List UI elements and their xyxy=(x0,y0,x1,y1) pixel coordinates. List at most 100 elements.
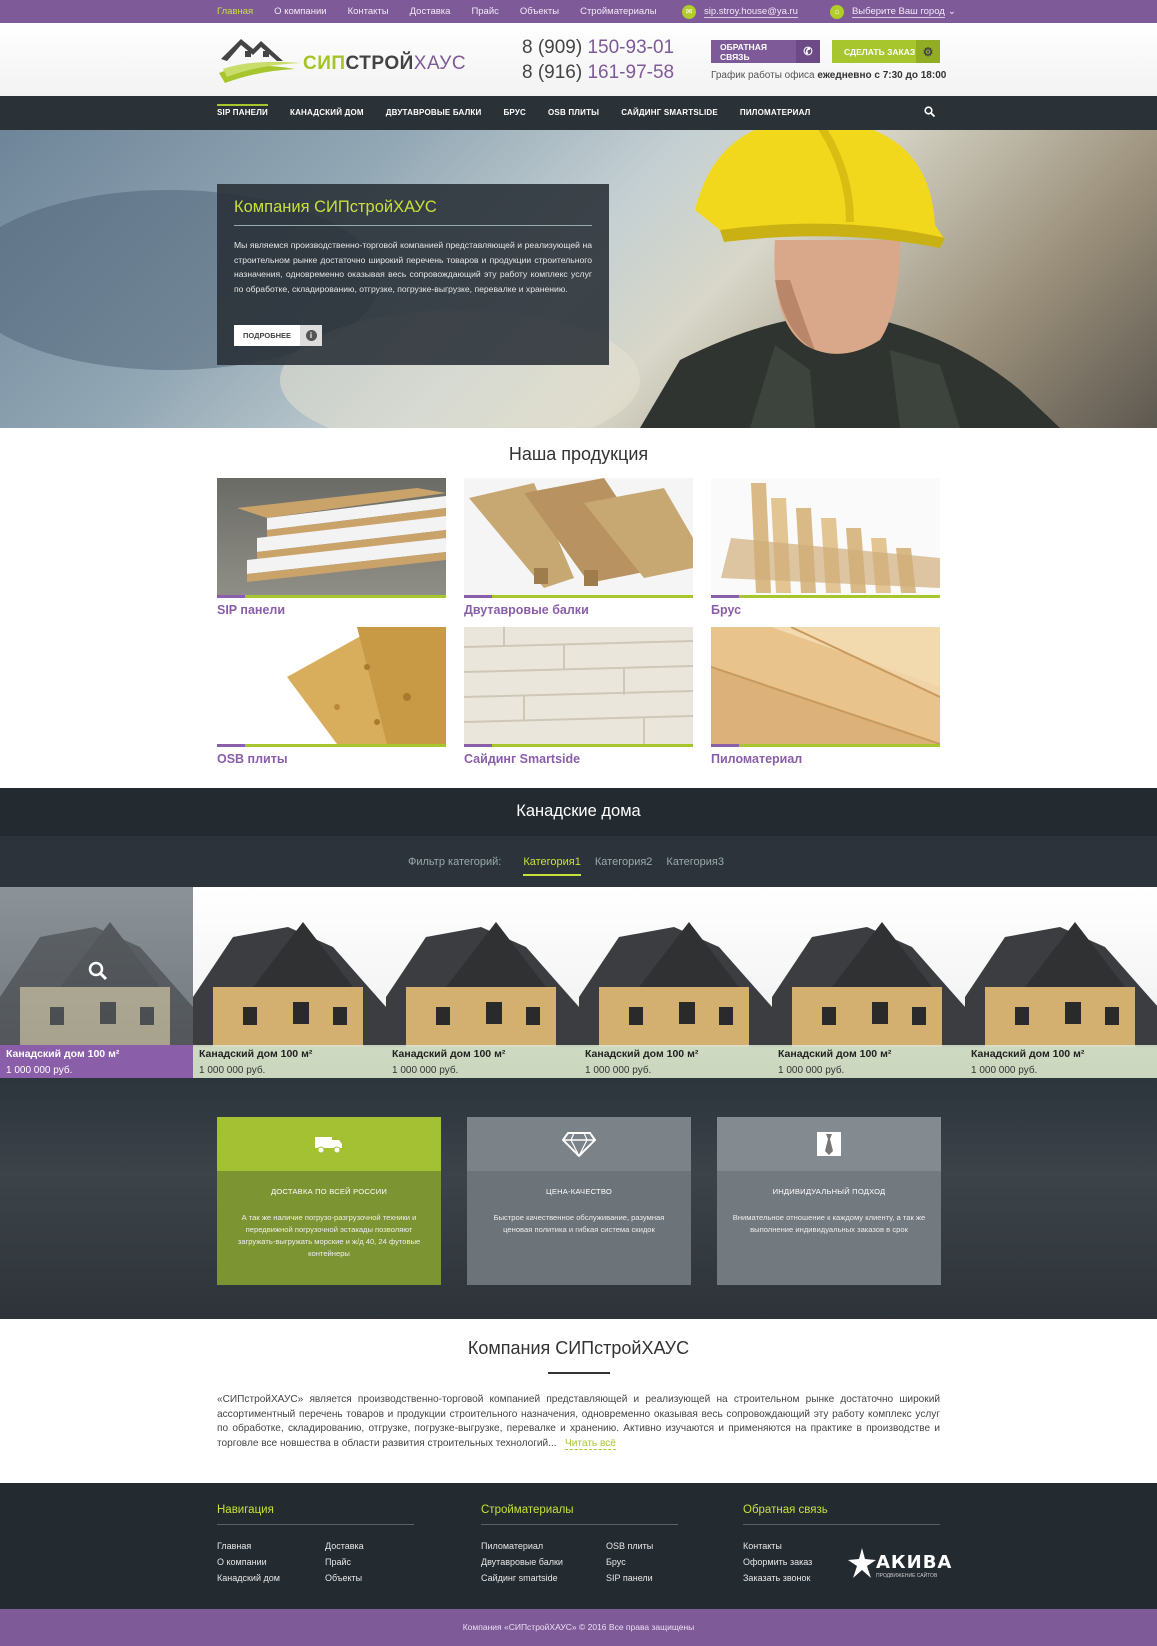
house-card[interactable]: Канадский дом 100 м² 1 000 000 руб. xyxy=(772,887,965,1078)
top-nav-contacts[interactable]: Контакты xyxy=(348,6,389,17)
top-nav-price[interactable]: Прайс xyxy=(471,6,498,17)
nav-timber[interactable]: БРУС xyxy=(503,96,526,130)
nav-siding[interactable]: САЙДИНГ SMARTSLIDE xyxy=(621,96,718,130)
product-name: OSB плиты xyxy=(217,752,288,766)
more-button[interactable]: ПОДРОБНЕЕ i xyxy=(234,325,322,346)
nav-canadian-house[interactable]: КАНАДСКИЙ ДОМ xyxy=(290,96,364,130)
filter-category-3[interactable]: Категория3 xyxy=(666,856,724,868)
akiva-logo[interactable]: АКИВА ПРОДВИЖЕНИЕ САЙТОВ xyxy=(848,1548,951,1584)
feature-card: ДОСТАВКА ПО ВСЕЙ РОССИИ А так же наличие… xyxy=(217,1117,441,1285)
house-price: 1 000 000 руб. xyxy=(585,1065,652,1076)
feature-title: ЦЕНА-КАЧЕСТВО xyxy=(546,1187,612,1196)
product-name: Брус xyxy=(711,603,742,617)
home-icon: ⌂ xyxy=(829,4,844,19)
house-name: Канадский дом 100 м² xyxy=(778,1048,892,1060)
city-selector[interactable]: Выберите Ваш город xyxy=(851,6,945,18)
top-nav-about[interactable]: О компании xyxy=(274,6,326,17)
product-card[interactable]: SIP панели xyxy=(217,478,446,617)
logo[interactable]: СИПСТРОЙХАУС xyxy=(217,33,467,87)
house-price: 1 000 000 руб. xyxy=(392,1065,459,1076)
house-card[interactable]: Канадский дом 100 м² 1 000 000 руб. xyxy=(193,887,386,1078)
footer-link[interactable]: OSB плиты xyxy=(606,1538,653,1554)
zoom-icon[interactable] xyxy=(88,961,108,986)
search-icon[interactable] xyxy=(924,106,936,120)
houses-gallery: Канадский дом 100 м² 1 000 000 руб. Канад… xyxy=(0,887,1157,1078)
product-card[interactable]: Двутавровые балки xyxy=(464,478,693,617)
footer-link[interactable]: Главная xyxy=(217,1538,325,1554)
product-image xyxy=(711,627,940,744)
hero-text: Мы являемся производственно-торговой ком… xyxy=(234,240,592,294)
top-bar: Главная О компании Контакты Доставка Пра… xyxy=(0,0,1157,23)
house-price: 1 000 000 руб. xyxy=(6,1065,73,1076)
filter-category-1[interactable]: Категория1 xyxy=(523,856,581,876)
filter-category-2[interactable]: Категория2 xyxy=(595,856,653,868)
footer-link[interactable]: SIP панели xyxy=(606,1570,653,1586)
about-divider xyxy=(548,1372,610,1374)
product-image xyxy=(711,478,940,595)
products-title: Наша продукция xyxy=(508,444,649,464)
footer-materials-title: Стройматериалы xyxy=(481,1483,678,1525)
footer-feedback-title: Обратная связь xyxy=(743,1483,940,1525)
product-card[interactable]: Сайдинг Smartside xyxy=(464,627,693,766)
footer-link[interactable]: Канадский дом xyxy=(217,1570,325,1586)
callback-button[interactable]: ОБРАТНАЯ СВЯЗЬ ✆ xyxy=(711,40,820,63)
product-image xyxy=(217,627,446,744)
product-card[interactable]: OSB плиты xyxy=(217,627,446,766)
truck-icon xyxy=(217,1117,441,1171)
feature-text: Внимательное отношение к каждому клиенту… xyxy=(732,1213,926,1234)
nav-osb[interactable]: OSB ПЛИТЫ xyxy=(548,96,599,130)
footer-link[interactable]: Оформить заказ xyxy=(743,1554,812,1570)
house-name: Канадский дом 100 м² xyxy=(392,1048,506,1060)
nav-lumber[interactable]: ПИЛОМАТЕРИАЛ xyxy=(740,96,811,130)
feature-title: ДОСТАВКА ПО ВСЕЙ РОССИИ xyxy=(270,1187,388,1196)
house-name: Канадский дом 100 м² xyxy=(971,1048,1085,1060)
footer-link[interactable]: О компании xyxy=(217,1554,325,1570)
house-price: 1 000 000 руб. xyxy=(778,1065,845,1076)
hero-banner: Компания СИПстройХАУС Мы являемся произв… xyxy=(0,130,1157,428)
phone-1[interactable]: 8 (909) 150-93-01 xyxy=(522,35,674,60)
footer-link[interactable]: Брус xyxy=(606,1554,653,1570)
top-nav-objects[interactable]: Объекты xyxy=(520,6,559,17)
footer-link[interactable]: Прайс xyxy=(325,1554,364,1570)
product-name: SIP панели xyxy=(217,603,286,617)
nav-sip-panels[interactable]: SIP ПАНЕЛИ xyxy=(217,96,268,130)
footer-link[interactable]: Контакты xyxy=(743,1538,812,1554)
email-link[interactable]: sip.stroy.house@ya.ru xyxy=(704,6,798,18)
house-price: 1 000 000 руб. xyxy=(199,1065,266,1076)
product-name: Сайдинг Smartside xyxy=(464,752,581,766)
product-card[interactable]: Пиломатериал xyxy=(711,627,940,766)
star-icon xyxy=(848,1548,876,1578)
top-nav-home[interactable]: Главная xyxy=(217,6,253,17)
house-name: Канадский дом 100 м² xyxy=(199,1048,313,1060)
phone-2[interactable]: 8 (916) 161-97-58 xyxy=(522,60,674,85)
footer-link[interactable]: Двутавровые балки xyxy=(481,1554,606,1570)
feature-card: ЦЕНА-КАЧЕСТВО Быстрое качественное обслу… xyxy=(467,1117,691,1285)
diamond-icon xyxy=(467,1117,691,1171)
hero-card: Компания СИПстройХАУС Мы являемся произв… xyxy=(217,184,609,365)
read-more-link[interactable]: Читать всё xyxy=(565,1437,616,1450)
footer-link[interactable]: Заказать звонок xyxy=(743,1570,812,1586)
footer-link[interactable]: Сайдинг smartside xyxy=(481,1570,606,1586)
top-nav-materials[interactable]: Стройматериалы xyxy=(580,6,656,17)
product-name: Пиломатериал xyxy=(711,752,803,766)
footer-link[interactable]: Пиломатериал xyxy=(481,1538,606,1554)
product-card[interactable]: Брус xyxy=(711,478,940,617)
about-text: «СИПстройХАУС» является производственно-… xyxy=(217,1394,940,1450)
header: СИПСТРОЙХАУС 8 (909) 150-93-01 8 (916) 1… xyxy=(0,23,1157,96)
chevron-down-icon[interactable]: ⌄ xyxy=(948,6,956,17)
nav-i-beams[interactable]: ДВУТАВРОВЫЕ БАЛКИ xyxy=(386,96,482,130)
top-nav-delivery[interactable]: Доставка xyxy=(410,6,451,17)
footer-link[interactable]: Доставка xyxy=(325,1538,364,1554)
worker-image xyxy=(640,130,1060,428)
footer-link[interactable]: Объекты xyxy=(325,1570,364,1586)
copyright: Компания «СИПстройХАУС» © 2016 Все права… xyxy=(0,1609,1157,1646)
canadian-header: Канадские дома xyxy=(0,788,1157,836)
phone-icon: ✆ xyxy=(796,40,820,63)
top-nav: Главная О компании Контакты Доставка Пра… xyxy=(217,0,678,23)
house-card[interactable]: Канадский дом 100 м² 1 000 000 руб. xyxy=(386,887,579,1078)
top-contacts: ✉ sip.stroy.house@ya.ru ⌂ Выберите Ваш г… xyxy=(682,0,956,23)
order-button[interactable]: СДЕЛАТЬ ЗАКАЗ ⚙ xyxy=(832,40,940,63)
house-card[interactable]: Канадский дом 100 м² 1 000 000 руб. xyxy=(965,887,1157,1078)
house-card[interactable]: Канадский дом 100 м² 1 000 000 руб. xyxy=(579,887,772,1078)
house-card[interactable]: Канадский дом 100 м² 1 000 000 руб. xyxy=(0,887,193,1078)
